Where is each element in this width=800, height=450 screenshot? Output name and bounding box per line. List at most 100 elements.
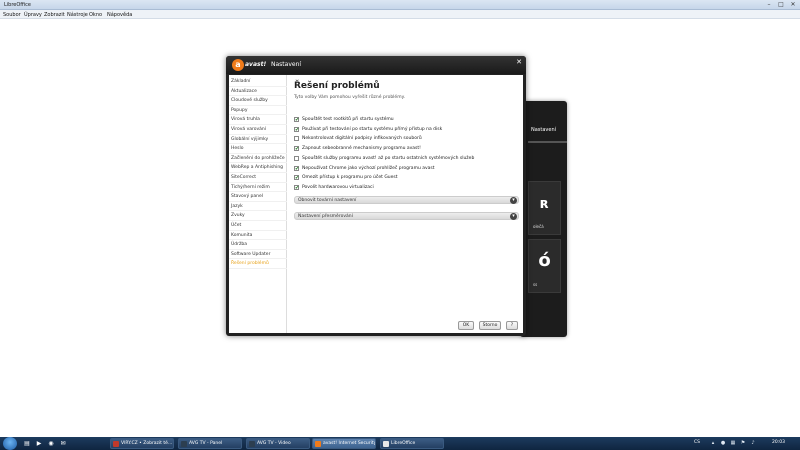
menu-zobrazit[interactable]: Zobrazit xyxy=(44,12,65,18)
maximize-icon[interactable]: □ xyxy=(776,1,786,8)
taskbar-button[interactable]: LibreOffice xyxy=(380,438,444,449)
tile-scan-label: olečá xyxy=(533,224,544,229)
start-button[interactable] xyxy=(3,437,17,450)
sidebar-item[interactable]: Stavový panel xyxy=(229,192,287,202)
checkbox[interactable] xyxy=(294,155,299,161)
taskbar-button[interactable]: AVG TV - Panel xyxy=(178,438,242,449)
flag-icon[interactable]: ⚑ xyxy=(740,440,746,446)
checkbox[interactable]: ✔ xyxy=(294,184,299,190)
tab-nastaveni[interactable]: Nastavení xyxy=(531,127,556,133)
system-tray: CS ▴ ● ▦ ⚑ ♪ 20:03 xyxy=(690,437,800,450)
option-row: ✔ Nepoužívat Chrome jako výchozí prohlíže… xyxy=(294,165,514,174)
network-icon[interactable]: ▦ xyxy=(730,440,736,446)
sidebar-item[interactable]: Údržba xyxy=(229,240,287,250)
settings-content: Řešení problémů Tyto volby Vám pomohou v… xyxy=(291,75,521,333)
language-indicator[interactable]: CS xyxy=(694,440,700,445)
chevron-down-icon: ▾ xyxy=(510,197,517,204)
option-label: Spouštět test rootkitů při startu systém… xyxy=(302,117,394,122)
menu-nastroje[interactable]: Nástroje xyxy=(67,12,88,18)
taskbar-label: LibreOffice xyxy=(391,441,416,446)
help-button[interactable]: ? xyxy=(506,321,518,330)
sidebar-item[interactable]: Řešení problémů xyxy=(229,259,287,269)
taskbar-button[interactable]: avast! Internet Security xyxy=(312,438,376,449)
option-label: Povolit hardwarovou virtualizaci xyxy=(302,184,374,190)
close-icon[interactable]: ✕ xyxy=(515,58,523,66)
checkbox[interactable]: ✔ xyxy=(294,165,299,171)
ok-button[interactable]: OK xyxy=(458,321,474,330)
option-label: Nekontrolovat digitální podpisy infikova… xyxy=(302,136,422,142)
option-label: Zapnout sebeobranné mechanismy programu … xyxy=(302,146,421,152)
page-title: Řešení problémů xyxy=(294,81,380,91)
explorer-icon[interactable]: ▤ xyxy=(22,439,32,448)
menu-okno[interactable]: Okno xyxy=(89,12,102,18)
sidebar-item[interactable]: Heslo xyxy=(229,144,287,154)
volume-icon[interactable]: ♪ xyxy=(750,440,756,446)
minimize-icon[interactable]: – xyxy=(764,1,774,8)
avast-main-window: Nastavení ʀ olečá ó ss xyxy=(520,101,567,337)
tile-scan[interactable]: ʀ olečá xyxy=(528,181,561,235)
libreoffice-menubar: Soubor Úpravy Zobrazit Nástroje Okno Náp… xyxy=(0,10,800,19)
avast-logo-icon: a xyxy=(232,59,244,71)
settings-dialog: a avast! Nastavení ✕ Základní Aktualizace… xyxy=(226,56,526,336)
section-label: Nastavení přesměrování xyxy=(298,214,353,219)
sidebar-item[interactable]: WebRep a Antiphishing xyxy=(229,163,287,173)
sidebar-item[interactable]: Software Updater xyxy=(229,250,287,260)
browser-icon[interactable]: ◉ xyxy=(46,439,56,448)
checkbox[interactable]: ✔ xyxy=(294,117,299,123)
tile-store-label: ss xyxy=(533,282,538,287)
settings-sidebar: Základní Aktualizace Cloudové služby Popupy… xyxy=(229,75,287,333)
sidebar-item[interactable]: Virová varování xyxy=(229,125,287,135)
sidebar-item[interactable]: Popupy xyxy=(229,106,287,116)
taskbar-label: AVG TV - Panel xyxy=(189,441,223,446)
close-icon[interactable]: ✕ xyxy=(788,1,798,8)
sidebar-item[interactable]: Globální výjimky xyxy=(229,135,287,145)
libreoffice-titlebar: LibreOffice – □ ✕ xyxy=(0,0,800,10)
tile-store[interactable]: ó ss xyxy=(528,239,561,293)
section-reset-defaults[interactable]: Obnovit tovární nastavení ▾ xyxy=(294,196,519,204)
sidebar-item[interactable]: SiteCorrect xyxy=(229,173,287,183)
option-row: ✔ Zapnout sebeobranné mechanismy programu… xyxy=(294,146,514,154)
sidebar-item[interactable]: Tichý/herní režim xyxy=(229,183,287,193)
sidebar-item[interactable]: Základní xyxy=(229,77,287,87)
chevron-down-icon: ▾ xyxy=(510,213,517,220)
section-redirect[interactable]: Nastavení přesměrování ▾ xyxy=(294,212,519,220)
option-label: Používat při testování po startu systému… xyxy=(302,126,443,132)
store-icon: ó xyxy=(538,250,551,271)
option-row: Spouštět služby programu avast! až po st… xyxy=(294,155,514,164)
taskbar: ▤ ▶ ◉ ✉ VIRY.CZ • Zobrazit té... AVG TV -… xyxy=(0,437,800,450)
option-row: ✔ Omezit přístup k programu pro účet Gues… xyxy=(294,175,514,183)
menu-upravy[interactable]: Úpravy xyxy=(24,12,42,18)
app-icon xyxy=(383,441,389,447)
clock[interactable]: 20:03 xyxy=(772,440,785,445)
avast-tray-icon[interactable]: ● xyxy=(720,440,726,446)
avast-logo: a avast! xyxy=(232,59,268,71)
dialog-title: Nastavení xyxy=(271,61,302,68)
sidebar-item[interactable]: Jazyk xyxy=(229,202,287,212)
tab-divider xyxy=(528,141,567,143)
option-row: ✔ Používat při testování po startu systém… xyxy=(294,126,514,135)
sidebar-item[interactable]: Začlenění do prohlížeče xyxy=(229,154,287,164)
media-icon[interactable]: ▶ xyxy=(34,439,44,448)
taskbar-button[interactable]: VIRY.CZ • Zobrazit té... xyxy=(110,438,174,449)
sidebar-item[interactable]: Účet xyxy=(229,221,287,231)
cancel-button[interactable]: Storno xyxy=(479,321,501,330)
option-row: Nekontrolovat digitální podpisy infikova… xyxy=(294,136,514,144)
mail-icon[interactable]: ✉ xyxy=(58,439,68,448)
sidebar-item[interactable]: Komunita xyxy=(229,231,287,241)
checkbox[interactable] xyxy=(294,136,299,142)
window-title: LibreOffice xyxy=(4,2,31,8)
menu-napoveda[interactable]: Nápověda xyxy=(107,12,132,18)
option-row: ✔ Spouštět test rootkitů při startu systé… xyxy=(294,117,514,125)
checkbox[interactable]: ✔ xyxy=(294,175,299,181)
sidebar-item[interactable]: Zvuky xyxy=(229,211,287,221)
arrow-up-icon[interactable]: ▴ xyxy=(710,440,716,446)
taskbar-button[interactable]: AVG TV - Video xyxy=(246,438,310,449)
checkbox[interactable]: ✔ xyxy=(294,126,299,132)
avast-brand: avast! xyxy=(245,61,267,68)
sidebar-item[interactable]: Cloudové služby xyxy=(229,96,287,106)
sidebar-item[interactable]: Aktualizace xyxy=(229,87,287,97)
sidebar-item[interactable]: Virová truhla xyxy=(229,115,287,125)
app-icon xyxy=(315,441,321,447)
checkbox[interactable]: ✔ xyxy=(294,146,299,152)
menu-soubor[interactable]: Soubor xyxy=(3,12,21,18)
